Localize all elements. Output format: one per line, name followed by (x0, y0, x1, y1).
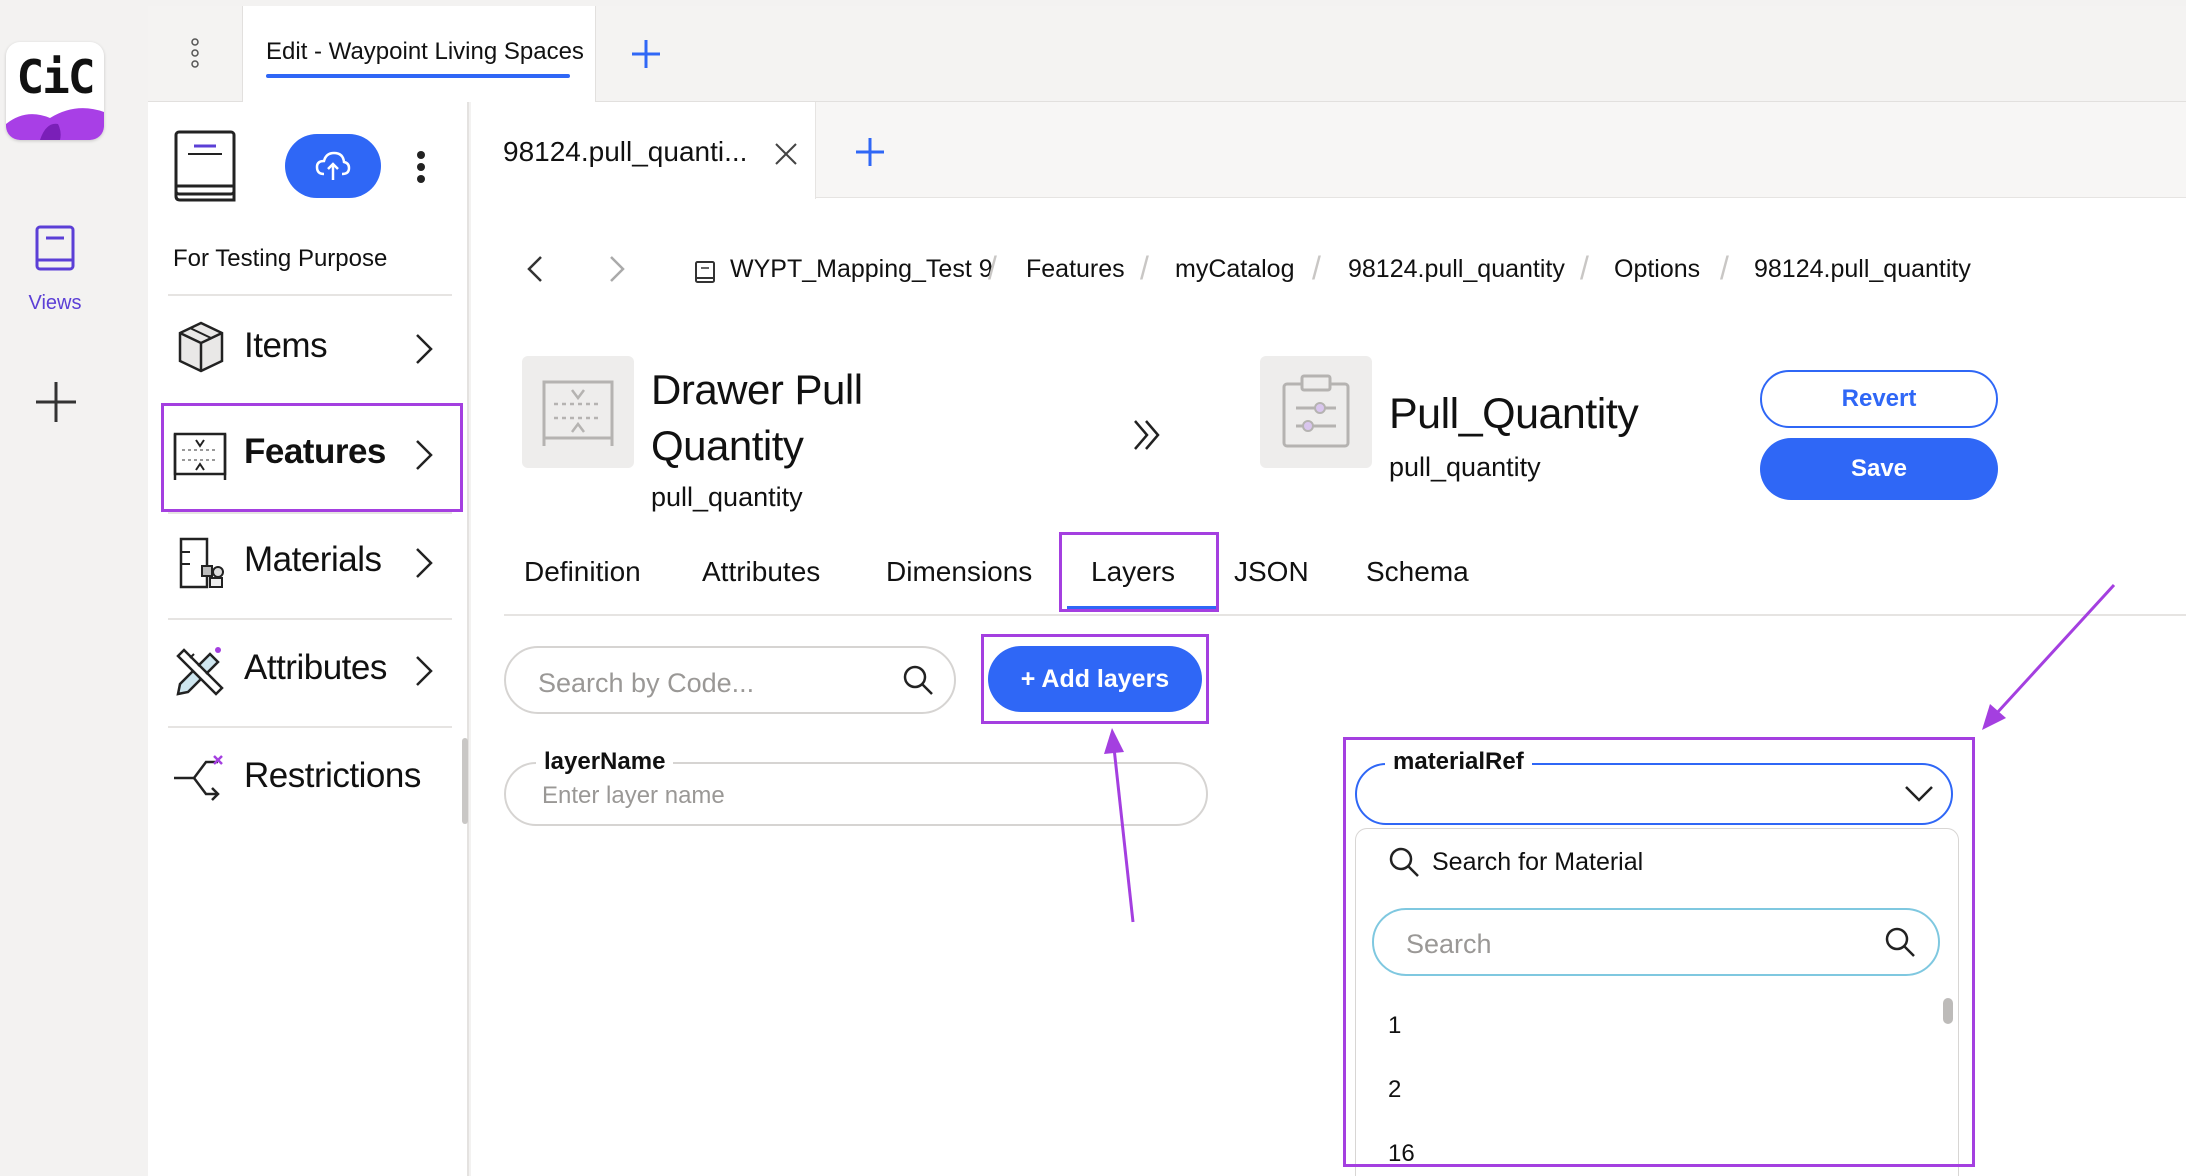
catalog-name: For Testing Purpose (173, 245, 388, 272)
views-label: Views (28, 292, 82, 314)
breadcrumb-item[interactable]: 98124.pull_quantity (1348, 255, 1565, 284)
active-tab-indicator (1067, 606, 1217, 610)
revert-button[interactable]: Revert (1760, 370, 1998, 428)
feature-frame-icon (173, 432, 227, 480)
kebab-menu-icon[interactable] (189, 38, 201, 68)
feature-thumbnail (522, 356, 634, 468)
breadcrumb-item[interactable]: myCatalog (1175, 255, 1295, 284)
layer-name-placeholder: Enter layer name (542, 782, 725, 809)
material-ref-label: materialRef (1385, 748, 1532, 776)
nav-item-label: Items (244, 326, 328, 365)
logo-text: CiC (16, 50, 95, 104)
nav-item-features[interactable]: Features (168, 408, 458, 504)
nav-divider (168, 512, 452, 514)
tab-pull-quantity-label: 98124.pull_quanti... (503, 136, 748, 167)
tab-schema[interactable]: Schema (1366, 556, 1469, 588)
back-icon[interactable] (526, 254, 544, 284)
add-tab-icon[interactable] (854, 136, 886, 168)
upload-button[interactable] (285, 134, 381, 198)
tab-json[interactable]: JSON (1234, 556, 1309, 588)
search-icon[interactable] (902, 664, 934, 696)
book-icon (35, 225, 75, 271)
nav-item-label: Attributes (244, 648, 387, 687)
feature-title: Drawer Pull Quantity (651, 366, 863, 469)
forward-icon[interactable] (608, 254, 626, 284)
breadcrumb-separator: / (1140, 250, 1149, 286)
breadcrumb-item[interactable]: WYPT_Mapping_Test 9 (730, 255, 993, 284)
tab-edit-waypoint-label: Edit - Waypoint Living Spaces (266, 38, 584, 65)
more-options-icon[interactable] (416, 150, 426, 184)
tab-attributes[interactable]: Attributes (702, 556, 820, 588)
breadcrumb-item[interactable]: Options (1614, 255, 1700, 284)
catalog-book-icon (174, 130, 236, 202)
chevron-right-icon (416, 656, 433, 686)
app-logo[interactable]: CiC (6, 42, 104, 140)
material-option[interactable]: 2 (1388, 1076, 1401, 1104)
breadcrumb-separator: / (988, 250, 997, 286)
chevron-down-icon[interactable] (1904, 784, 1934, 804)
breadcrumb-separator: / (1580, 250, 1589, 286)
breadcrumb-separator: / (1312, 250, 1321, 286)
logo-swoosh-icon (6, 108, 104, 140)
cloud-upload-icon (315, 151, 351, 180)
breadcrumb-item[interactable]: 98124.pull_quantity (1754, 255, 1971, 284)
nav-item-restrictions[interactable]: Restrictions (168, 732, 458, 828)
feature-frame-icon (542, 380, 614, 446)
tab-layers[interactable]: Layers (1091, 556, 1175, 588)
material-search-title: Search for Material (1432, 848, 1644, 876)
add-layers-button[interactable]: + Add layers (988, 646, 1202, 712)
nav-item-label: Restrictions (244, 756, 421, 795)
nav-divider (168, 618, 452, 620)
clipboard-options-icon (1282, 374, 1350, 448)
nav-divider (168, 294, 452, 296)
option-thumbnail (1260, 356, 1372, 468)
tab-definition[interactable]: Definition (524, 556, 641, 588)
breadcrumb-separator: / (1720, 250, 1729, 286)
app-rail (0, 0, 133, 1176)
branch-icon (174, 755, 223, 801)
nav-scrollbar[interactable] (462, 738, 468, 824)
feature-code: pull_quantity (651, 482, 803, 512)
search-icon (1389, 847, 1419, 877)
material-option[interactable]: 16 (1388, 1140, 1415, 1168)
views-nav[interactable] (34, 224, 76, 276)
nav-item-materials[interactable]: Materials (168, 516, 458, 612)
chevron-right-icon (416, 440, 433, 470)
option-code: pull_quantity (1389, 452, 1541, 482)
tab-dimensions[interactable]: Dimensions (886, 556, 1032, 588)
material-search-placeholder: Search (1406, 929, 1492, 959)
catalog-book-icon (695, 261, 715, 283)
option-title: Pull_Quantity (1389, 390, 1639, 438)
breadcrumb-item[interactable]: Features (1026, 255, 1125, 284)
save-button[interactable]: Save (1760, 438, 1998, 500)
pencil-ruler-icon (176, 647, 224, 696)
add-view-icon[interactable] (34, 380, 78, 424)
chevron-right-icon (416, 548, 433, 578)
nav-item-label: Materials (244, 540, 382, 579)
dropdown-scrollbar[interactable] (1943, 998, 1953, 1024)
material-dropdown (1355, 828, 1959, 1176)
nav-item-items[interactable]: Items (168, 302, 458, 398)
materials-icon (179, 537, 224, 589)
nav-divider (168, 726, 452, 728)
close-icon[interactable] (774, 142, 798, 166)
material-option[interactable]: 1 (1388, 1012, 1401, 1040)
search-placeholder: Search by Code... (538, 668, 755, 698)
active-tab-indicator (266, 74, 570, 78)
nav-item-attributes[interactable]: Attributes (168, 624, 458, 720)
add-tab-icon[interactable] (630, 38, 662, 70)
layer-name-label: layerName (536, 748, 674, 776)
nav-item-label: Features (244, 432, 386, 471)
double-chevron-right-icon (1134, 420, 1160, 450)
tab-divider (504, 614, 2186, 616)
search-icon[interactable] (1884, 926, 1916, 958)
chevron-right-icon (416, 334, 433, 364)
cube-icon (178, 321, 224, 373)
